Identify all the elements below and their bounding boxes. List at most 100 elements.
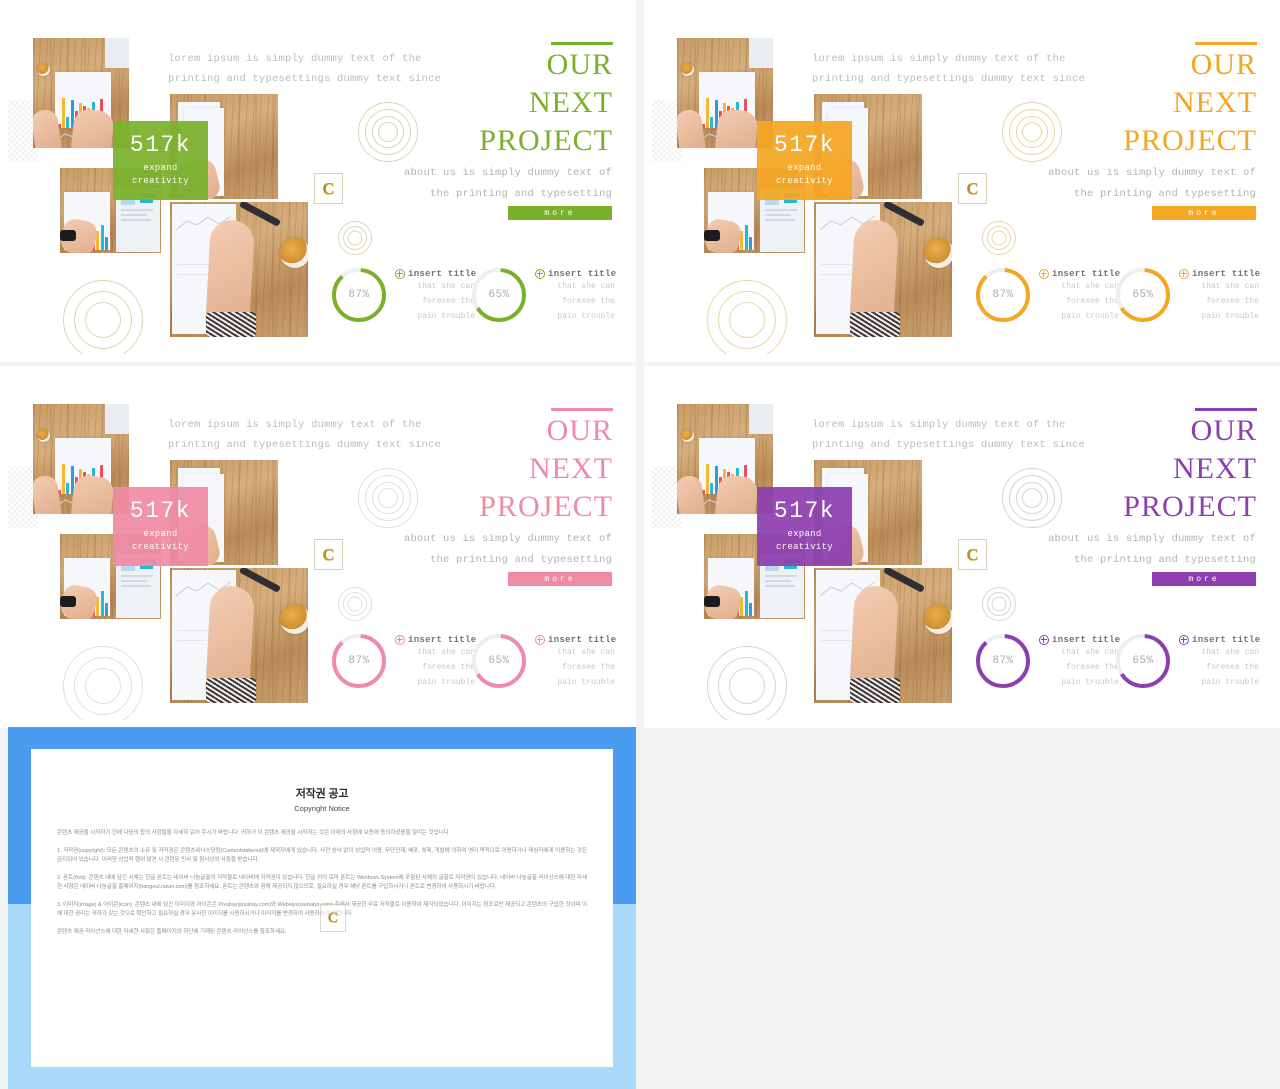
slide-canvas: 517k expand creativity C lorem ipsum is s… (652, 8, 1272, 354)
decor-ring (1022, 488, 1042, 508)
stat-desc-1-line-1: that she can (417, 648, 475, 657)
donut-percent-label: 65% (488, 289, 510, 301)
copyright-intro: 콘텐츠 제공을 시작하기 전에 다음의 합의 사항들을 자세히 읽어 주시기 바… (57, 830, 451, 836)
donut-65[interactable]: 65% (1114, 632, 1172, 690)
pen (882, 202, 926, 227)
donut-87[interactable]: 87% (330, 266, 388, 324)
copyright-c-badge-icon: C (320, 904, 346, 932)
title-line-3: PROJECT (479, 490, 613, 523)
decor-ring (1022, 122, 1042, 142)
stat-card-517k: 517k expand creativity (113, 487, 208, 566)
stat-group-1: 87% insert title that she can foresee th… (330, 266, 476, 336)
stat-desc-1-line-2: foresee the (1066, 663, 1119, 672)
donut-87[interactable]: 87% (974, 632, 1032, 690)
lead-line-2: printing and typesettings dummy text sin… (168, 438, 442, 451)
donut-percent-label: 65% (1132, 289, 1154, 301)
donut-87[interactable]: 87% (974, 266, 1032, 324)
decor-rings (358, 468, 418, 528)
page-title: OUR NEXT PROJECT (479, 46, 613, 160)
stat-title-2-label: insert title (548, 635, 617, 645)
donut-87[interactable]: 87% (330, 632, 388, 690)
decor-ring (991, 596, 1007, 612)
stat-desc-2-line-3: pain trouble (557, 678, 615, 687)
title-rule (1195, 42, 1257, 45)
more-button[interactable]: more (1152, 206, 1256, 220)
photo-arm-bottom (170, 568, 308, 703)
stat-group-2: 65% insert title that she can foresee th… (470, 632, 616, 702)
plus-circle-icon (1039, 635, 1049, 645)
more-button[interactable]: more (508, 206, 612, 220)
stat-desc-2-line-3: pain trouble (1201, 312, 1259, 321)
copyright-title-en: Copyright Notice (294, 804, 350, 813)
more-button-label: more (544, 574, 576, 584)
stat-desc-2-line-2: foresee the (562, 663, 615, 672)
about-line-1: about us is simply dummy text of (1047, 533, 1256, 545)
c-watermark-badge-icon: C (958, 539, 987, 570)
lead-line-1: lorem ipsum is simply dummy text of the (168, 419, 422, 431)
stat-desc-1-line-2: foresee the (422, 663, 475, 672)
title-line-1: OUR (1190, 414, 1257, 447)
stat-title-1-label: insert title (408, 269, 477, 279)
pen (238, 202, 282, 227)
stat-title-2: insert title (1179, 635, 1261, 645)
slide-panel[interactable]: 517k expand creativity C lorem ipsum is s… (0, 0, 636, 362)
decor-rings (982, 221, 1016, 255)
plus-circle-icon (1179, 269, 1189, 279)
slide-panel[interactable]: 517k expand creativity C lorem ipsum is s… (644, 366, 1280, 728)
sleeve-cuff (206, 312, 256, 337)
stat-text-2: insert title that she can foresee the pa… (1179, 635, 1261, 690)
about-paragraph: about us is simply dummy text of the pri… (1048, 529, 1256, 571)
slide-panel[interactable]: 517k expand creativity C lorem ipsum is s… (644, 0, 1280, 362)
stat-desc-1-line-2: foresee the (1066, 297, 1119, 306)
stat-card-number: 517k (773, 132, 836, 159)
slide-panel[interactable]: 517k expand creativity C lorem ipsum is s… (0, 366, 636, 728)
plus-circle-icon (395, 269, 405, 279)
laptop-edge (749, 404, 773, 434)
stat-title-2-label: insert title (1192, 635, 1261, 645)
wristwatch (704, 596, 720, 607)
photo-arm-bottom (814, 568, 952, 703)
slide-canvas: 517k expand creativity C lorem ipsum is s… (8, 374, 628, 720)
coffee-cup-2 (280, 238, 308, 268)
donut-65[interactable]: 65% (1114, 266, 1172, 324)
about-line-1: about us is simply dummy text of (403, 533, 612, 545)
lead-paragraph: lorem ipsum is simply dummy text of the … (168, 416, 441, 455)
coffee-cup (37, 63, 50, 76)
page-title: OUR NEXT PROJECT (479, 412, 613, 526)
decor-ring (347, 230, 363, 246)
chart-bar (100, 225, 104, 250)
coffee-cup-2 (280, 604, 308, 634)
more-button[interactable]: more (508, 572, 612, 586)
coffee-cup (681, 63, 694, 76)
stat-card-number: 517k (129, 132, 192, 159)
stat-title-1: insert title (1039, 635, 1120, 645)
wristwatch (704, 230, 720, 241)
stat-title-1: insert title (395, 635, 476, 645)
about-paragraph: about us is simply dummy text of the pri… (1048, 163, 1256, 205)
stat-group-2: 65% insert title that she can foresee th… (1114, 266, 1260, 336)
c-watermark-badge-icon: C (958, 173, 987, 204)
donut-65[interactable]: 65% (470, 632, 528, 690)
title-line-1: OUR (546, 48, 613, 81)
stat-text-2: insert title that she can foresee the pa… (535, 269, 616, 324)
more-button[interactable]: more (1152, 572, 1256, 586)
decor-ring (729, 302, 765, 338)
stat-card-517k: 517k expand creativity (757, 487, 852, 566)
decor-rings (338, 221, 372, 255)
stat-title-1: insert title (1039, 269, 1120, 279)
sleeve-cuff (850, 312, 900, 337)
stat-group-2: 65% insert title that she can foresee th… (1114, 632, 1260, 702)
slide-canvas: 517k expand creativity C lorem ipsum is s… (652, 374, 1272, 720)
stat-desc-1-line-2: foresee the (422, 297, 475, 306)
stat-group-1: 87% insert title that she can foresee th… (330, 632, 476, 702)
donut-65[interactable]: 65% (470, 266, 528, 324)
lead-paragraph: lorem ipsum is simply dummy text of the … (168, 50, 441, 89)
title-line-2: NEXT (1173, 86, 1257, 119)
stat-group-1: 87% insert title that she can foresee th… (974, 632, 1120, 702)
stat-title-2: insert title (535, 635, 617, 645)
about-line-2: the printing and typesetting (429, 554, 612, 566)
chart-bar (706, 98, 710, 128)
decor-ring (991, 230, 1007, 246)
stat-desc-1-line-3: pain trouble (417, 678, 475, 687)
copyright-card: 저작권 공고 Copyright Notice 콘텐츠 제공을 시작하기 전에 … (31, 749, 613, 1067)
